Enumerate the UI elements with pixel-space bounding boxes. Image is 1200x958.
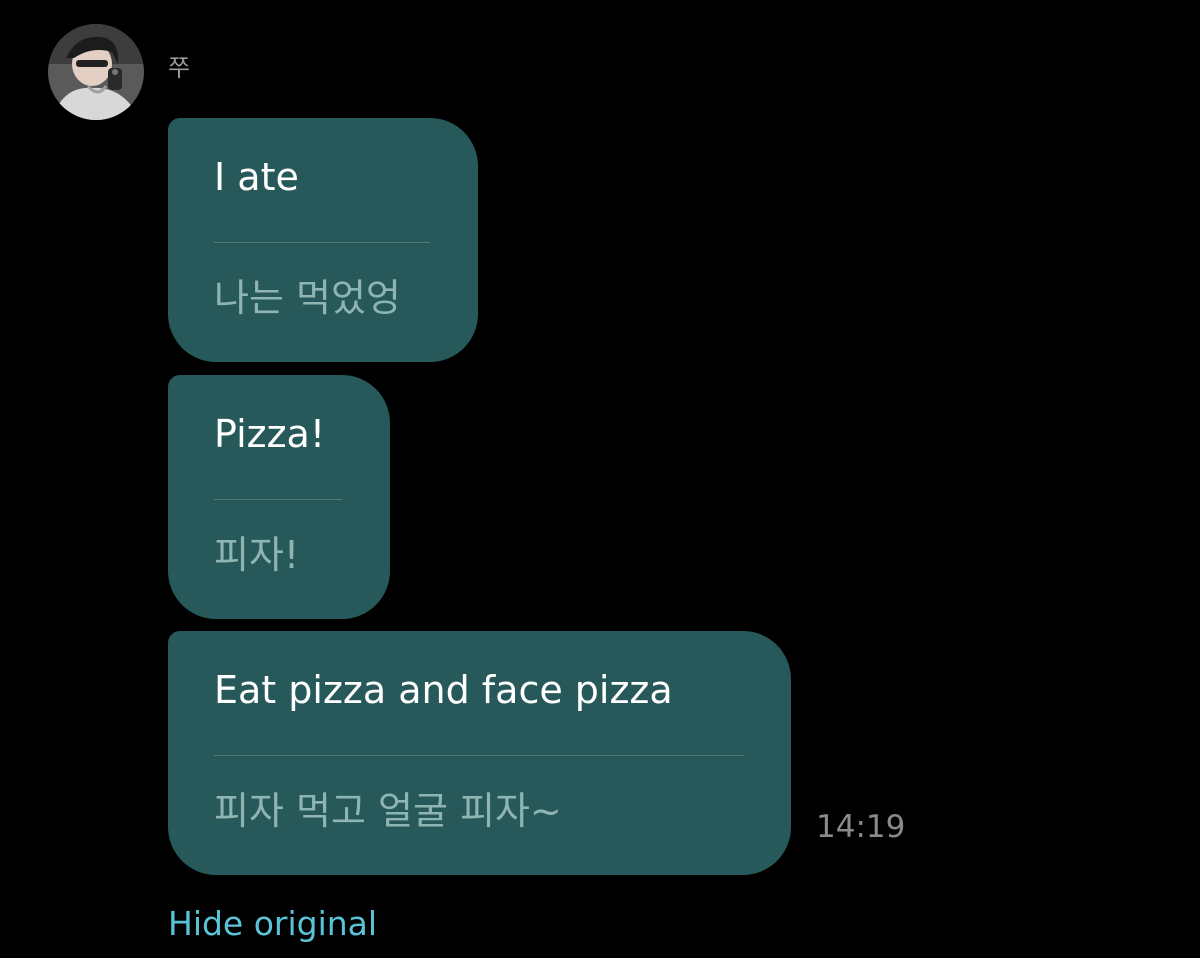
message-translation-text: 피자 먹고 얼굴 피자~ — [214, 789, 562, 833]
message-bubble[interactable]: Eat pizza and face pizza 피자 먹고 얼굴 피자~ — [168, 631, 791, 875]
message-divider — [214, 242, 430, 243]
message-timestamp: 14:19 — [816, 809, 906, 845]
message-original-text: Eat pizza and face pizza — [214, 668, 673, 712]
avatar[interactable] — [48, 24, 144, 120]
message-translation-text: 나는 먹었엉 — [214, 276, 401, 320]
message-original-text: I ate — [214, 155, 299, 199]
message-bubble[interactable]: I ate 나는 먹었엉 — [168, 118, 478, 362]
hide-original-link[interactable]: Hide original — [168, 903, 377, 945]
message-original-text: Pizza! — [214, 412, 326, 456]
avatar-photo-icon — [48, 24, 144, 120]
sender-name: 쭈 — [168, 54, 191, 82]
message-bubble[interactable]: Pizza! 피자! — [168, 375, 390, 619]
message-divider — [214, 755, 744, 756]
message-translation-text: 피자! — [214, 533, 300, 577]
message-divider — [214, 499, 342, 500]
